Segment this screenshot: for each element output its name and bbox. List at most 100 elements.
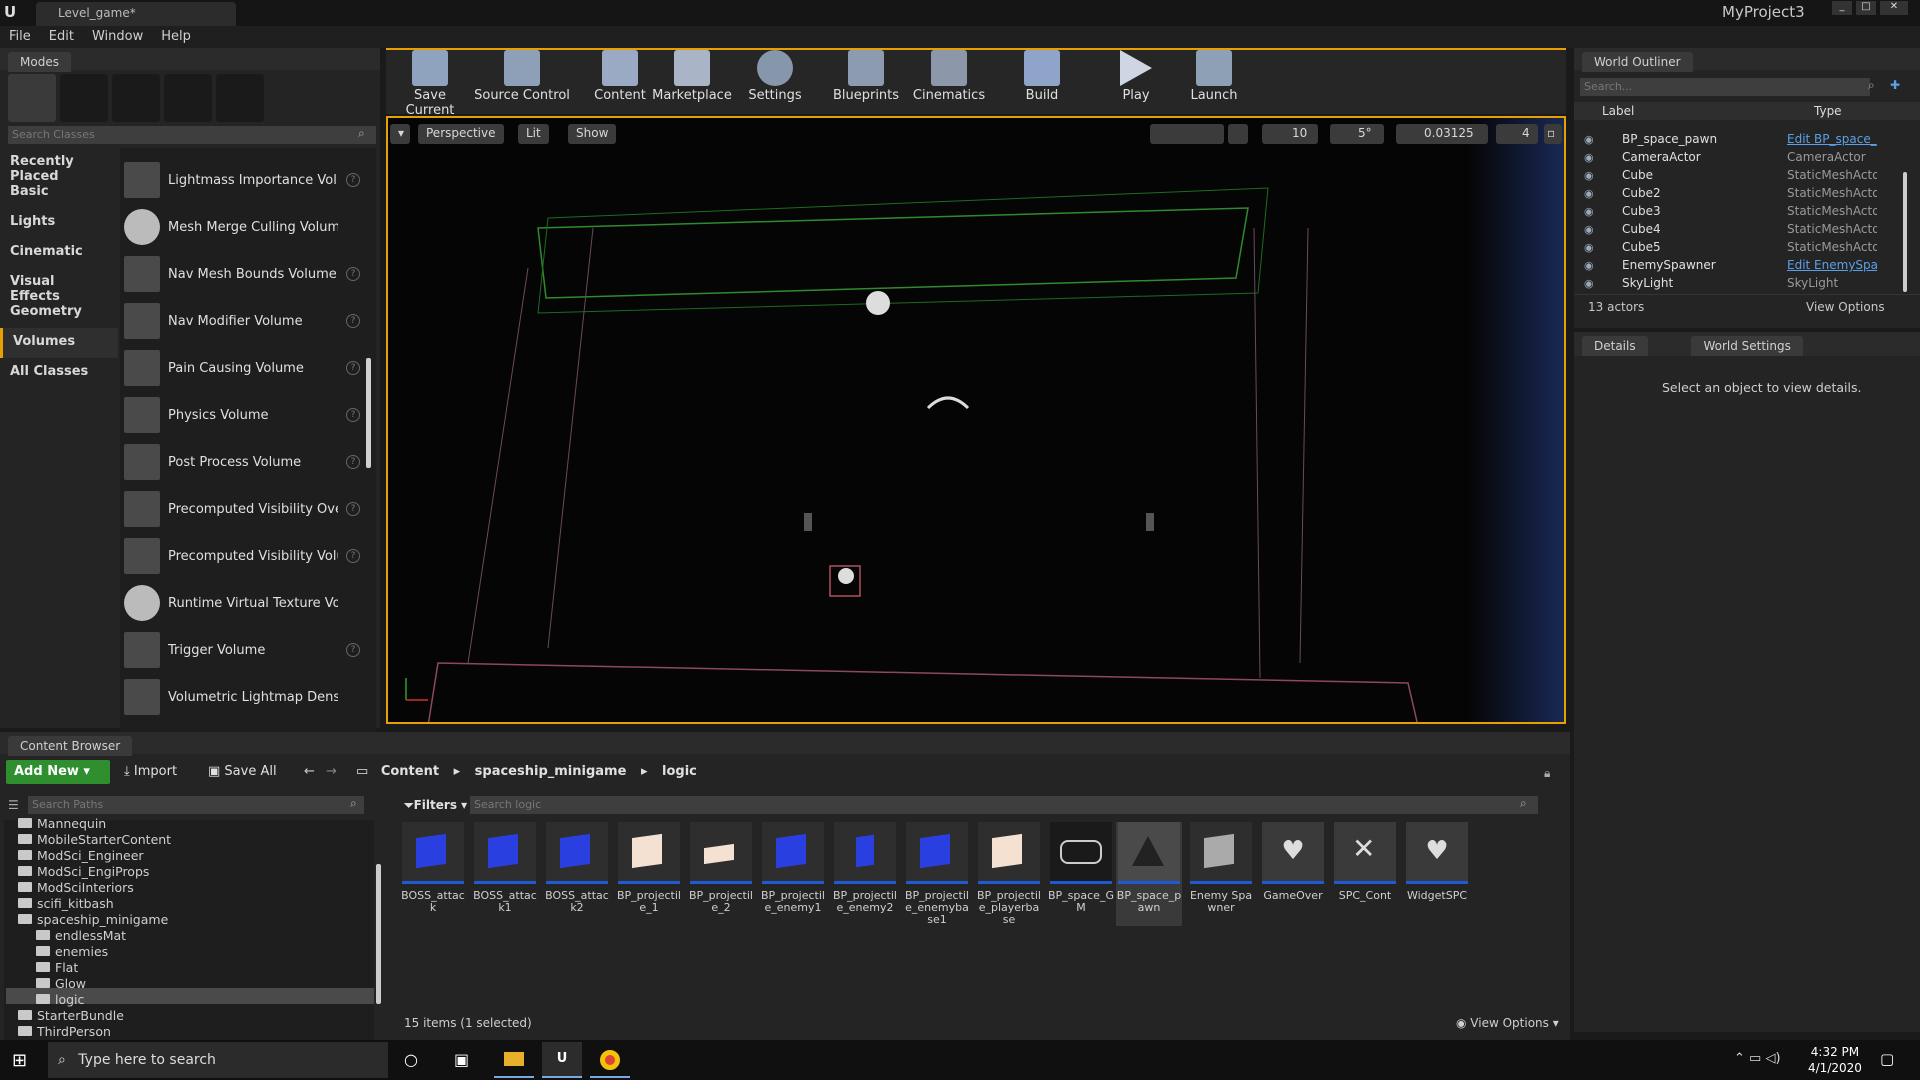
volume-item[interactable]: Nav Mesh Bounds Volume?	[124, 251, 364, 297]
category-volumes[interactable]: Volumes	[0, 328, 118, 358]
maximize-button[interactable]: □	[1856, 1, 1876, 15]
tree-folder[interactable]: ThirdPerson	[18, 1023, 111, 1039]
minimize-button[interactable]: _	[1832, 1, 1852, 15]
launch-button[interactable]: Launch	[1186, 50, 1242, 110]
asset-tile[interactable]: BOSS_attack	[400, 822, 466, 927]
outliner-scrollbar[interactable]	[1903, 172, 1907, 292]
breadcrumb-spaceship-minigame[interactable]: spaceship_minigame	[475, 764, 627, 779]
transform-tools[interactable]	[1150, 124, 1224, 144]
close-button[interactable]: ✕	[1880, 1, 1908, 15]
asset-tile[interactable]: BP_projectile_enemy1	[760, 822, 826, 927]
asset-tile[interactable]: Enemy Spawner	[1188, 822, 1254, 927]
visibility-eye-icon[interactable]: ◉	[1584, 187, 1598, 200]
outliner-row[interactable]: ◉ Cube5 StaticMeshActo	[1580, 238, 1905, 256]
volume-list-scrollbar[interactable]	[366, 358, 371, 468]
category-all-classes[interactable]: All Classes	[0, 358, 118, 388]
world-outliner-tab[interactable]: World Outliner	[1582, 52, 1693, 72]
maximize-viewport-icon[interactable]: ▫	[1544, 124, 1562, 144]
task-view-icon[interactable]: ▣	[454, 1050, 469, 1069]
asset-tile[interactable]: BP_space_GM	[1048, 822, 1114, 927]
mode-place-button[interactable]	[8, 74, 56, 122]
volume-item[interactable]: Physics Volume?	[124, 392, 364, 438]
category-cinematic[interactable]: Cinematic	[0, 238, 118, 268]
breadcrumb-logic[interactable]: logic	[662, 764, 697, 779]
tree-folder[interactable]: StarterBundle	[18, 1007, 124, 1023]
mode-paint-button[interactable]	[60, 74, 108, 122]
asset-tile-selected[interactable]: BP_space_pawn	[1116, 822, 1182, 926]
build-button[interactable]: Build	[1016, 50, 1068, 110]
visibility-eye-icon[interactable]: ◉	[1584, 259, 1598, 272]
outliner-view-options-button[interactable]: View Options	[1806, 300, 1885, 314]
help-icon[interactable]: ?	[346, 314, 360, 328]
source-control-button[interactable]: Source Control	[474, 50, 570, 110]
surface-snap-button[interactable]	[1228, 124, 1248, 144]
file-explorer-icon[interactable]	[494, 1042, 534, 1078]
tree-folder[interactable]: ModSciInteriors	[18, 879, 134, 895]
outliner-row[interactable]: ◉ EnemySpawner Edit EnemySpa	[1580, 256, 1905, 274]
tree-folder[interactable]: Glow	[36, 975, 86, 991]
volume-item[interactable]: Pain Causing Volume?	[124, 345, 364, 391]
help-icon[interactable]: ?	[346, 549, 360, 563]
save-all-button[interactable]: ▣ Save All	[208, 764, 277, 779]
volume-item[interactable]: Precomputed Visibility Overri?	[124, 486, 364, 532]
visibility-eye-icon[interactable]: ◉	[1584, 169, 1598, 182]
category-recently-placed[interactable]: Recently Placed	[0, 148, 118, 184]
mode-geometry-button[interactable]	[216, 74, 264, 122]
perspective-button[interactable]: Perspective	[418, 124, 504, 144]
volume-item[interactable]: Runtime Virtual Texture Volume	[124, 580, 364, 626]
windows-start-icon[interactable]: ⊞	[12, 1050, 32, 1071]
actor-type-link[interactable]: Edit EnemySpa	[1787, 258, 1877, 272]
tree-folder[interactable]: endlessMat	[36, 927, 126, 943]
asset-tile[interactable]: BP_projectile_1	[616, 822, 682, 927]
rotation-snap-button[interactable]: 5°	[1330, 124, 1384, 144]
camera-speed-button[interactable]: 4	[1496, 124, 1538, 144]
forward-button[interactable]: →	[326, 764, 337, 779]
outliner-row[interactable]: ◉ CameraActor CameraActor	[1580, 148, 1905, 166]
asset-view-options-button[interactable]: ◉ View Options ▾	[1456, 1016, 1559, 1030]
tree-folder[interactable]: ModSci_EngiProps	[18, 863, 149, 879]
asset-tile[interactable]: BOSS_attack1	[472, 822, 538, 927]
tree-scrollbar[interactable]	[376, 864, 381, 1004]
outliner-row[interactable]: ◉ Cube3 StaticMeshActo	[1580, 202, 1905, 220]
viewport[interactable]	[386, 116, 1566, 724]
add-new-button[interactable]: Add New ▾	[6, 760, 110, 784]
settings-button[interactable]: Settings	[746, 50, 804, 110]
clock[interactable]: 4:32 PM 4/1/2020	[1808, 1044, 1862, 1076]
col-type-header[interactable]: Type	[1814, 104, 1842, 118]
tree-folder[interactable]: MobileStarterContent	[18, 831, 171, 847]
content-button[interactable]: Content	[592, 50, 648, 110]
scale-snap-button[interactable]: 0.03125	[1396, 124, 1488, 144]
volume-item[interactable]: Post Process Volume?	[124, 439, 364, 485]
marketplace-button[interactable]: Marketplace	[652, 50, 732, 110]
mode-foliage-button[interactable]	[164, 74, 212, 122]
cortana-icon[interactable]: ○	[404, 1050, 418, 1069]
level-tab[interactable]: Level_game*	[36, 2, 236, 26]
help-icon[interactable]: ?	[346, 267, 360, 281]
sources-toggle-icon[interactable]: ☰	[8, 798, 19, 812]
notification-icon[interactable]: ▢	[1880, 1050, 1894, 1068]
help-icon[interactable]: ?	[346, 361, 360, 375]
asset-tile[interactable]: ♥ GameOver	[1260, 822, 1326, 927]
details-tab[interactable]: Details	[1582, 336, 1648, 356]
outliner-row[interactable]: ◉ Cube2 StaticMeshActo	[1580, 184, 1905, 202]
show-button[interactable]: Show	[568, 124, 617, 144]
chrome-icon[interactable]	[590, 1042, 630, 1078]
breadcrumb-content[interactable]: Content	[381, 764, 439, 779]
help-icon[interactable]: ?	[346, 502, 360, 516]
tree-folder[interactable]: ModSci_Engineer	[18, 847, 144, 863]
category-visual-effects[interactable]: Visual Effects	[0, 268, 118, 304]
menu-edit[interactable]: Edit	[40, 26, 83, 47]
tray-icons[interactable]: ⌃ ▭ ◁)	[1734, 1051, 1781, 1066]
search-classes-input[interactable]: Search Classes	[8, 126, 376, 144]
visibility-eye-icon[interactable]: ◉	[1584, 151, 1598, 164]
asset-tile[interactable]: BP_projectile_enemybase1	[904, 822, 970, 927]
help-icon[interactable]: ?	[346, 408, 360, 422]
viewport-options-button[interactable]: ▾	[390, 124, 410, 144]
tree-folder[interactable]: Flat	[36, 959, 78, 975]
asset-tile[interactable]: BP_projectile_2	[688, 822, 754, 927]
grid-snap-button[interactable]: 10	[1262, 124, 1318, 144]
col-label-header[interactable]: Label	[1602, 104, 1634, 118]
visibility-eye-icon[interactable]: ◉	[1584, 223, 1598, 236]
menu-window[interactable]: Window	[83, 26, 152, 47]
save-current-button[interactable]: Save Current	[390, 50, 470, 118]
